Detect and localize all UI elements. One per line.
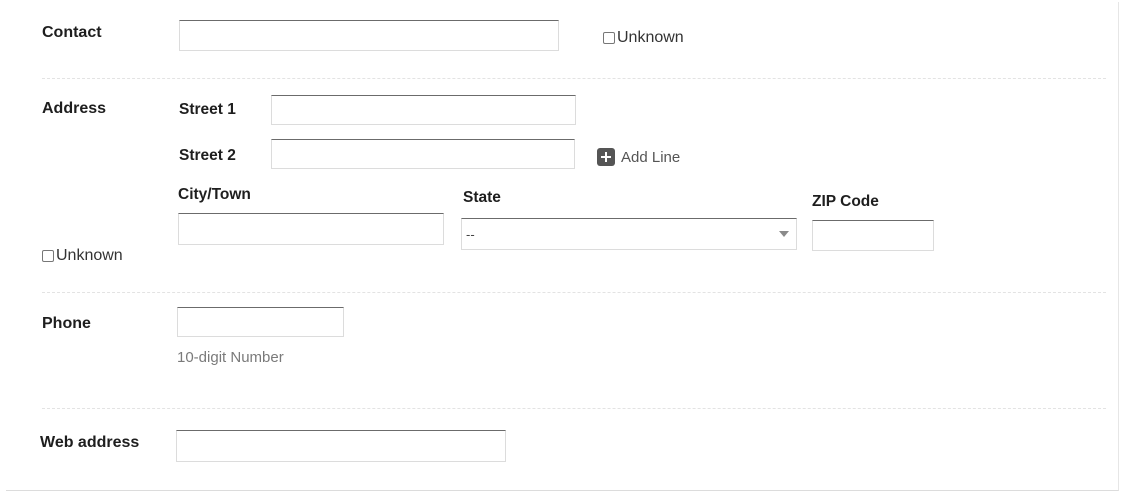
checkbox-box[interactable] [603, 32, 615, 44]
chevron-down-icon[interactable] [779, 231, 789, 237]
phone-label: Phone [42, 315, 91, 332]
contact-unknown-checkbox[interactable]: Unknown [603, 29, 684, 47]
section-divider [42, 408, 1106, 409]
phone-input[interactable] [177, 307, 344, 337]
state-selected-value: -- [466, 227, 475, 242]
web-address-input[interactable] [176, 430, 506, 462]
zip-label: ZIP Code [812, 193, 879, 210]
add-line-label: Add Line [621, 148, 681, 166]
street1-input[interactable] [271, 95, 576, 125]
contact-unknown-label: Unknown [617, 29, 684, 46]
plus-square-icon[interactable] [597, 148, 615, 166]
contact-input[interactable] [179, 20, 559, 51]
checkbox-box[interactable] [42, 250, 54, 262]
city-label: City/Town [178, 186, 251, 203]
city-input[interactable] [178, 213, 444, 245]
add-line-button[interactable]: Add Line [597, 148, 680, 166]
street2-input[interactable] [271, 139, 575, 169]
street2-label: Street 2 [179, 147, 236, 164]
address-unknown-checkbox[interactable]: Unknown [42, 247, 123, 265]
street1-label: Street 1 [179, 101, 236, 118]
state-label: State [463, 189, 501, 206]
address-unknown-label: Unknown [56, 247, 123, 264]
state-select[interactable]: -- [461, 218, 797, 250]
contact-label: Contact [42, 24, 102, 41]
address-label: Address [42, 100, 107, 117]
zip-input[interactable] [812, 220, 934, 251]
section-divider [42, 292, 1106, 293]
web-address-label: Web address [40, 434, 140, 451]
section-divider [42, 78, 1106, 79]
phone-hint: 10-digit Number [177, 349, 284, 366]
